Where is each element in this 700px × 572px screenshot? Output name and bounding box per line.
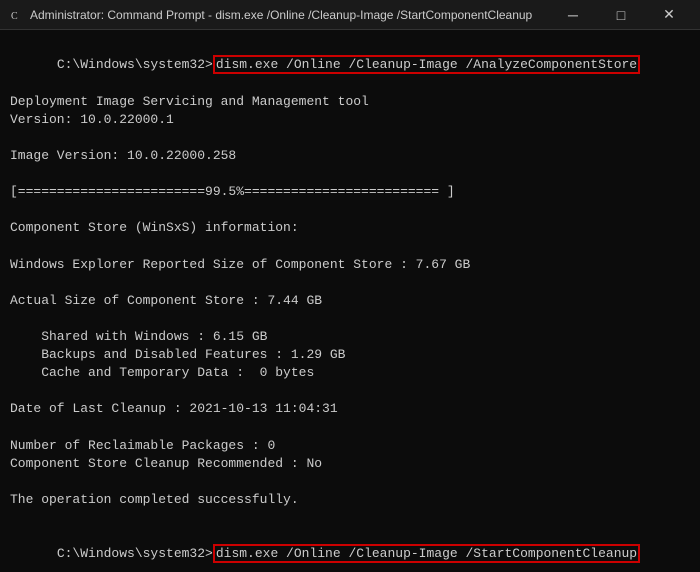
- spacer-9: [10, 473, 690, 491]
- spacer-3: [10, 201, 690, 219]
- title-bar: C Administrator: Command Prompt - dism.e…: [0, 0, 700, 30]
- output-line-10: Windows Explorer Reported Size of Compon…: [10, 256, 690, 274]
- spacer-1: [10, 129, 690, 147]
- output-line-15: Backups and Disabled Features : 1.29 GB: [10, 346, 690, 364]
- spacer-7: [10, 382, 690, 400]
- prompt-2: C:\Windows\system32>: [57, 546, 213, 561]
- spacer-2: [10, 165, 690, 183]
- output-line-1: Deployment Image Servicing and Managemen…: [10, 93, 690, 111]
- spacer-6: [10, 310, 690, 328]
- output-line-20: Number of Reclaimable Packages : 0: [10, 437, 690, 455]
- output-line-23: The operation completed successfully.: [10, 491, 690, 509]
- prompt-1: C:\Windows\system32>: [57, 57, 213, 72]
- output-line-12: Actual Size of Component Store : 7.44 GB: [10, 292, 690, 310]
- window-title: Administrator: Command Prompt - dism.exe…: [30, 8, 550, 22]
- svg-text:C: C: [11, 11, 18, 22]
- spacer-4: [10, 238, 690, 256]
- app-icon: C: [8, 7, 24, 23]
- output-line-8: Component Store (WinSxS) information:: [10, 219, 690, 237]
- spacer-8: [10, 419, 690, 437]
- output-line-14: Shared with Windows : 6.15 GB: [10, 328, 690, 346]
- output-line-6: [========================99.5%==========…: [10, 183, 690, 201]
- spacer-10: [10, 509, 690, 527]
- close-button[interactable]: ✕: [646, 0, 692, 30]
- spacer-5: [10, 274, 690, 292]
- output-line-18: Date of Last Cleanup : 2021-10-13 11:04:…: [10, 400, 690, 418]
- command-2-highlighted: dism.exe /Online /Cleanup-Image /StartCo…: [213, 544, 640, 563]
- terminal-content[interactable]: C:\Windows\system32>dism.exe /Online /Cl…: [0, 30, 700, 572]
- output-line-21: Component Store Cleanup Recommended : No: [10, 455, 690, 473]
- minimize-button[interactable]: ─: [550, 0, 596, 30]
- output-line-16: Cache and Temporary Data : 0 bytes: [10, 364, 690, 382]
- output-line-4: Image Version: 10.0.22000.258: [10, 147, 690, 165]
- window-controls: ─ □ ✕: [550, 0, 692, 30]
- window: C Administrator: Command Prompt - dism.e…: [0, 0, 700, 572]
- command-1-highlighted: dism.exe /Online /Cleanup-Image /Analyze…: [213, 55, 640, 74]
- command-line-1: C:\Windows\system32>dism.exe /Online /Cl…: [10, 38, 690, 93]
- maximize-button[interactable]: □: [598, 0, 644, 30]
- command-line-2: C:\Windows\system32>dism.exe /Online /Cl…: [10, 527, 690, 572]
- output-line-2: Version: 10.0.22000.1: [10, 111, 690, 129]
